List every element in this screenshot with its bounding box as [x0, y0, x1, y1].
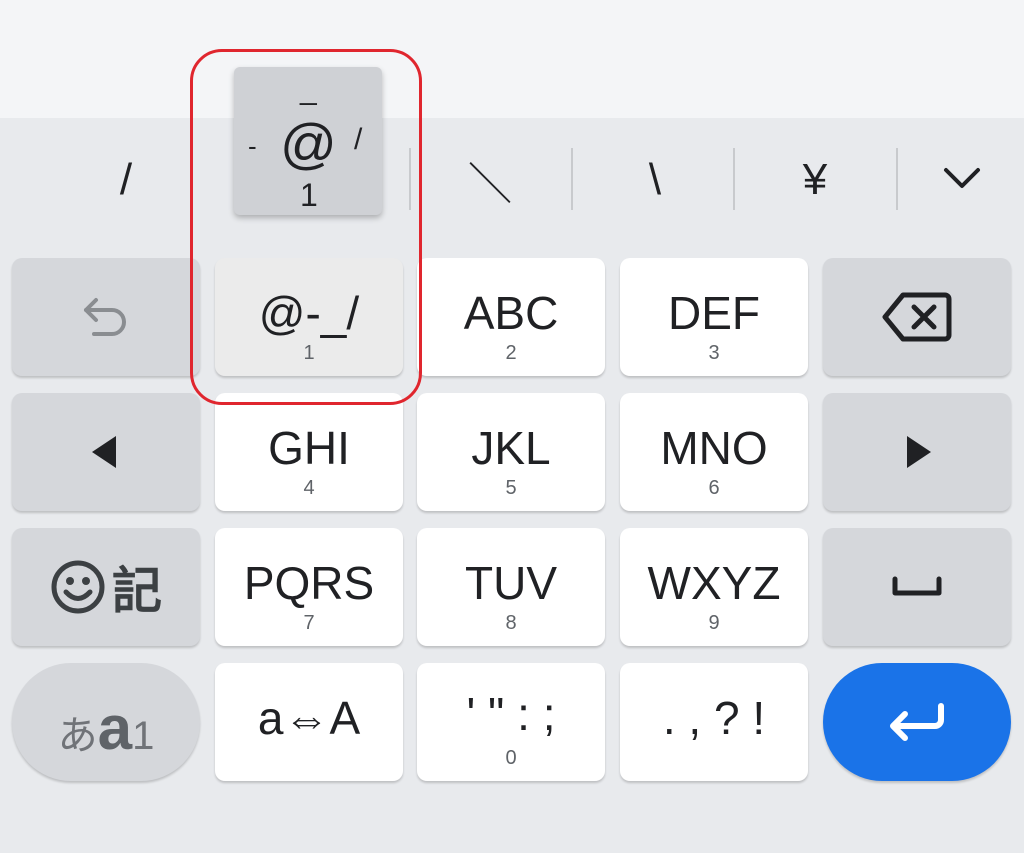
smiley-icon [51, 560, 105, 614]
key-jkl[interactable]: JKL 5 [417, 393, 605, 511]
flick-up-char[interactable]: _ [300, 73, 317, 107]
key-number: 3 [708, 342, 720, 364]
key-label: a⇔A [257, 692, 361, 744]
key-case-toggle[interactable]: a⇔A [215, 663, 403, 781]
cursor-left-key[interactable] [12, 393, 200, 511]
key-number: 0 [505, 747, 517, 769]
key-label: PQRS [243, 557, 375, 609]
key-pqrs[interactable]: PQRS 7 [215, 528, 403, 646]
space-key[interactable] [823, 528, 1011, 646]
key-label: DEF [668, 287, 760, 339]
key-number: 8 [505, 612, 517, 634]
flick-left-char[interactable]: - [248, 131, 257, 162]
key-mno[interactable]: MNO 6 [620, 393, 808, 511]
chevron-down-icon[interactable] [938, 158, 986, 198]
app-top-area [0, 0, 1024, 118]
mode-hiragana: あ [57, 714, 98, 758]
backspace-icon [823, 258, 1011, 376]
key-ghi[interactable]: GHI 4 [215, 393, 403, 511]
flick-down-char[interactable]: 1 [300, 177, 318, 214]
key-def[interactable]: DEF 3 [620, 258, 808, 376]
candidate-backslash[interactable]: \ [620, 148, 690, 212]
undo-icon [12, 258, 200, 376]
arrow-right-icon [823, 393, 1011, 511]
key-tuv[interactable]: TUV 8 [417, 528, 605, 646]
key-punctuation[interactable]: . , ? ! [620, 663, 808, 781]
candidate-yen[interactable]: ¥ [780, 148, 850, 212]
key-label: WXYZ [647, 557, 781, 609]
key-number: 2 [505, 342, 517, 364]
key-label: JKL [471, 422, 551, 474]
input-mode-key[interactable]: あa1 [12, 663, 200, 781]
flick-right-char[interactable]: / [354, 123, 362, 157]
key-label: @-_/ [258, 287, 360, 339]
flick-center-char[interactable]: @ [280, 111, 337, 176]
enter-key[interactable] [823, 663, 1011, 781]
key-label: MNO [660, 422, 768, 474]
backspace-key[interactable] [823, 258, 1011, 376]
key-abc[interactable]: ABC 2 [417, 258, 605, 376]
key-number: 9 [708, 612, 720, 634]
key-label: ABC [463, 287, 559, 339]
key-number: 6 [708, 477, 720, 499]
key-symbols[interactable]: @-_/ 1 [215, 258, 403, 376]
key-number: 1 [303, 342, 315, 364]
undo-key[interactable] [12, 258, 200, 376]
key-number: 4 [303, 477, 315, 499]
emoji-symbol-key[interactable]: 記 [12, 528, 200, 646]
mode-number: 1 [132, 714, 155, 758]
emoji-symbol-content: 記 [12, 528, 200, 646]
key-wxyz[interactable]: WXYZ 9 [620, 528, 808, 646]
flick-popup: _ - @ / 1 [234, 67, 382, 215]
candidate-slash[interactable]: / [96, 148, 156, 212]
key-number: 5 [505, 477, 517, 499]
mode-alphabet: a [97, 694, 133, 763]
key-label: ' " : ; [466, 688, 556, 740]
input-mode-label: あa1 [12, 693, 200, 764]
candidate-divider [733, 148, 735, 210]
cursor-right-key[interactable] [823, 393, 1011, 511]
enter-icon [823, 663, 1011, 781]
key-label: GHI [268, 422, 350, 474]
key-label: TUV [465, 557, 557, 609]
space-icon [823, 528, 1011, 646]
candidate-divider [896, 148, 898, 210]
key-number: 7 [303, 612, 315, 634]
kigou-label: 記 [112, 563, 162, 619]
key-label: . , ? ! [662, 692, 766, 744]
key-quotes[interactable]: ' " : ; 0 [417, 663, 605, 781]
arrow-left-icon [12, 393, 200, 511]
candidate-fullwidth-backslash[interactable]: ＼ [430, 148, 550, 212]
candidate-divider [571, 148, 573, 210]
candidate-divider [409, 148, 411, 210]
